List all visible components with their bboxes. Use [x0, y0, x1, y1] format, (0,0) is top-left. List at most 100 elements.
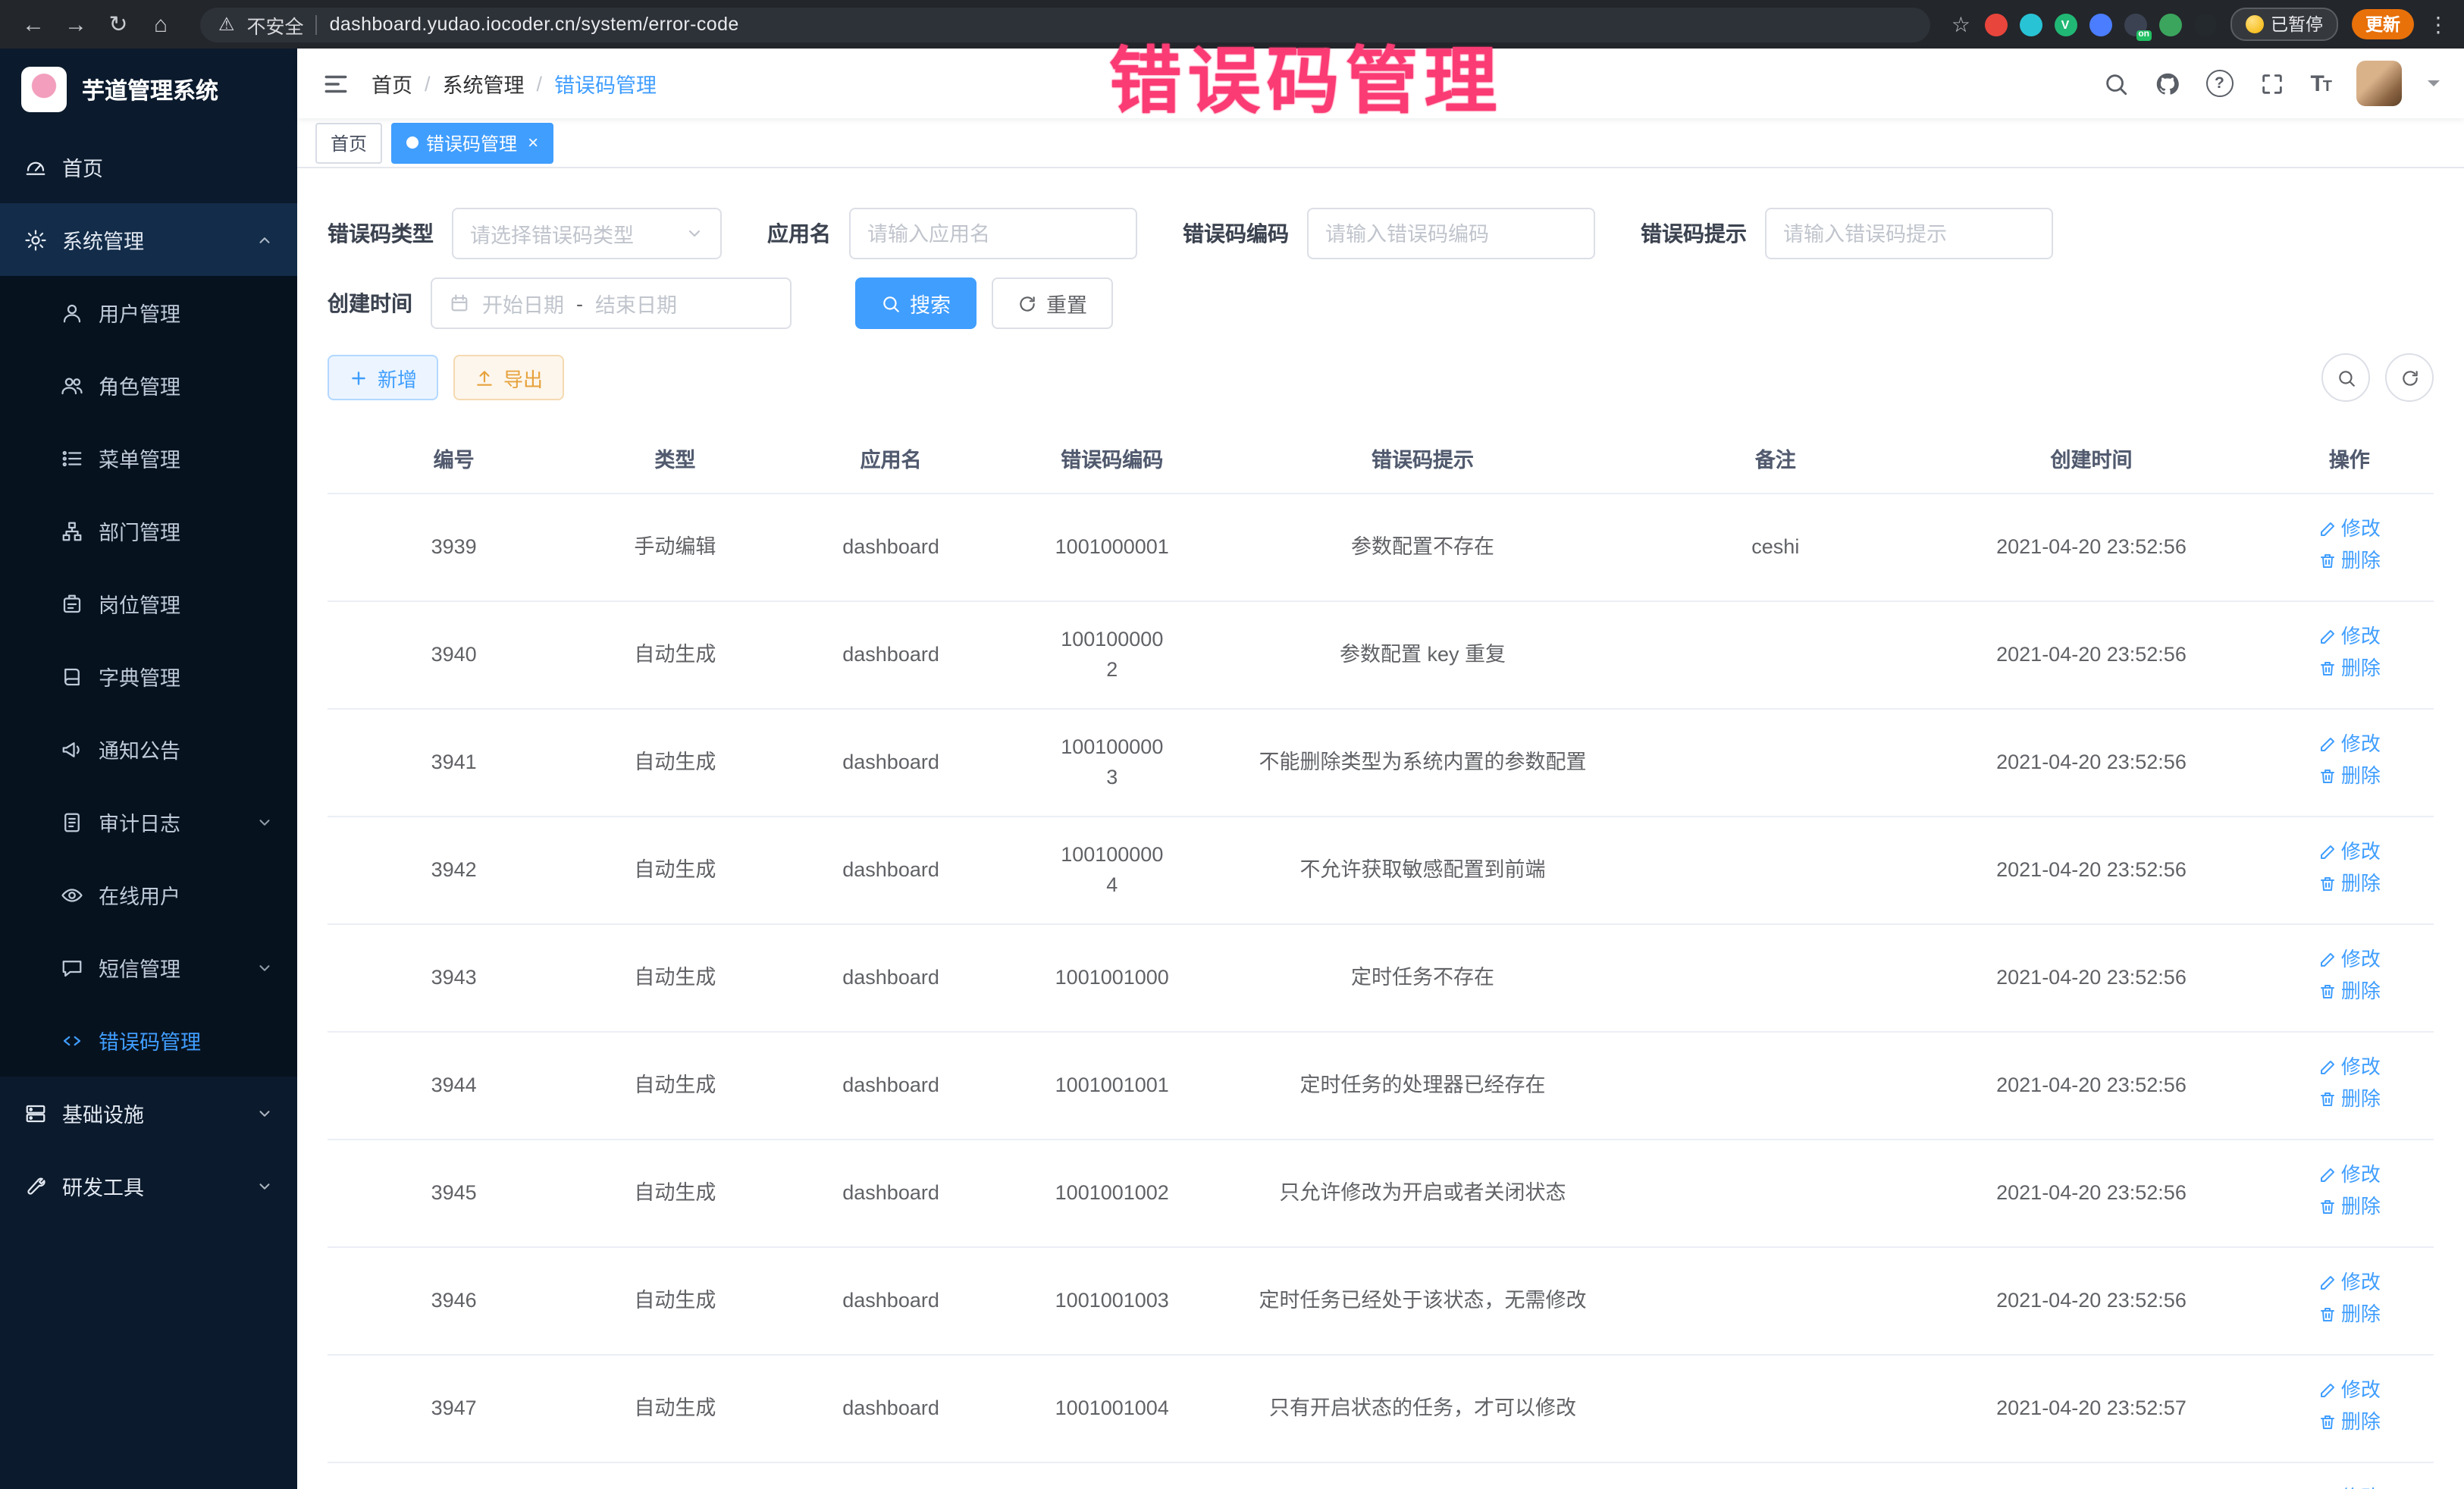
delete-row-button[interactable]: 删除	[2318, 547, 2381, 576]
cell-type: 自动生成	[580, 1462, 770, 1489]
cell-hint: 参数配置不存在	[1212, 494, 1634, 601]
add-button[interactable]: 新增	[328, 355, 438, 400]
delete-row-button[interactable]: 删除	[2318, 763, 2381, 792]
cell-id: 3944	[328, 1032, 580, 1139]
table-row: 3943自动生成dashboard1001001000定时任务不存在2021-0…	[328, 924, 2434, 1032]
export-button[interactable]: 导出	[453, 355, 564, 400]
home-icon[interactable]: ⌂	[143, 11, 179, 37]
sidebar-item-dict[interactable]: 字典管理	[0, 640, 297, 713]
cell-hint: 只有开启状态的任务，才可以修改	[1212, 1355, 1634, 1462]
show-search-button[interactable]	[2321, 353, 2370, 402]
create-time-range-picker[interactable]: 开始日期 - 结束日期	[431, 277, 792, 329]
back-icon[interactable]: ←	[15, 11, 52, 37]
fullscreen-icon[interactable]	[2259, 71, 2284, 96]
extension-green-icon[interactable]	[2158, 13, 2181, 36]
avatar-caret-icon[interactable]	[2428, 80, 2440, 92]
app-name-input[interactable]	[849, 208, 1137, 259]
log-icon	[61, 810, 83, 833]
error-type-select[interactable]: 请选择错误码类型	[452, 208, 722, 259]
refresh-table-button[interactable]	[2385, 353, 2434, 402]
sidebar-item-system[interactable]: 系统管理	[0, 203, 297, 276]
edit-row-button[interactable]: 修改	[2318, 623, 2381, 652]
sidebar-item-post[interactable]: 岗位管理	[0, 567, 297, 640]
edit-row-button[interactable]: 修改	[2318, 1054, 2381, 1083]
paused-badge[interactable]: 已暂停	[2230, 8, 2338, 41]
github-icon[interactable]	[2154, 71, 2180, 96]
sidebar-item-dev-tools[interactable]: 研发工具	[0, 1149, 297, 1222]
extension-teal-icon[interactable]	[2019, 13, 2042, 36]
font-size-icon[interactable]: TT	[2310, 71, 2331, 96]
error-hint-input[interactable]	[1765, 208, 2053, 259]
extension-red-icon[interactable]	[1984, 13, 2007, 36]
tab-home[interactable]: 首页	[315, 122, 382, 163]
octotree-icon[interactable]	[2193, 13, 2216, 36]
breadcrumb-home[interactable]: 首页	[371, 68, 412, 99]
sidebar-item-role[interactable]: 角色管理	[0, 349, 297, 422]
gauge-icon	[24, 155, 47, 178]
forward-icon[interactable]: →	[58, 11, 94, 37]
reload-icon[interactable]: ↻	[100, 11, 136, 38]
edit-row-button[interactable]: 修改	[2318, 516, 2381, 544]
column-header-id: 编号	[328, 423, 580, 494]
edit-row-button[interactable]: 修改	[2318, 731, 2381, 760]
sidebar-item-label: 角色管理	[99, 370, 180, 400]
bookmark-star-icon[interactable]: ☆	[1951, 11, 1970, 37]
search-button[interactable]: 搜索	[855, 277, 977, 329]
tree-icon	[61, 519, 83, 542]
proxy-extension-icon[interactable]: on	[2124, 13, 2146, 36]
sidebar-item-home[interactable]: 首页	[0, 130, 297, 203]
breadcrumb-system[interactable]: 系统管理	[443, 68, 525, 99]
navbar-right: ? TT	[2102, 61, 2440, 106]
delete-row-button[interactable]: 删除	[2318, 978, 2381, 1007]
app-logo[interactable]: 芋道管理系统	[0, 49, 297, 130]
url-text[interactable]: dashboard.yudao.iocoder.cn/system/error-…	[330, 14, 739, 35]
sidebar-item-notice[interactable]: 通知公告	[0, 713, 297, 785]
extension-icons: Von	[1984, 13, 2216, 36]
hamburger-icon[interactable]	[321, 69, 350, 98]
screen: ← → ↻ ⌂ ⚠ 不安全 dashboard.yudao.iocoder.cn…	[0, 0, 2464, 1489]
tab-error-code[interactable]: 错误码管理×	[391, 122, 553, 163]
error-type-label: 错误码类型	[328, 218, 434, 249]
delete-row-button[interactable]: 删除	[2318, 1086, 2381, 1114]
error-code-input[interactable]	[1307, 208, 1595, 259]
edit-row-button[interactable]: 修改	[2318, 1161, 2381, 1190]
reset-button[interactable]: 重置	[992, 277, 1113, 329]
column-header-remark: 备注	[1633, 423, 1917, 494]
delete-row-button[interactable]: 删除	[2318, 1301, 2381, 1330]
address-bar[interactable]: ⚠ 不安全 dashboard.yudao.iocoder.cn/system/…	[200, 7, 1930, 42]
edit-row-button[interactable]: 修改	[2318, 839, 2381, 867]
kebab-menu-icon[interactable]: ⋮	[2428, 11, 2449, 37]
sidebar-item-dept[interactable]: 部门管理	[0, 494, 297, 567]
edit-row-button[interactable]: 修改	[2318, 1484, 2381, 1489]
code-icon	[61, 1029, 83, 1052]
edit-row-button[interactable]: 修改	[2318, 1377, 2381, 1406]
cell-id: 3947	[328, 1355, 580, 1462]
sidebar-item-sms[interactable]: 短信管理	[0, 931, 297, 1004]
update-button[interactable]: 更新	[2352, 9, 2414, 39]
extension-blue-icon[interactable]	[2089, 13, 2111, 36]
sidebar-item-online-user[interactable]: 在线用户	[0, 858, 297, 931]
sidebar-item-menu[interactable]: 菜单管理	[0, 422, 297, 494]
sidebar-item-infra[interactable]: 基础设施	[0, 1077, 297, 1149]
cell-remark	[1633, 924, 1917, 1032]
cell-actions: 修改删除	[2265, 709, 2434, 817]
search-icon[interactable]	[2102, 71, 2128, 96]
sidebar-item-audit-log[interactable]: 审计日志	[0, 785, 297, 858]
sidebar-item-error-code[interactable]: 错误码管理	[0, 1004, 297, 1077]
close-tab-icon[interactable]: ×	[528, 133, 538, 152]
edit-row-button[interactable]: 修改	[2318, 946, 2381, 975]
delete-row-button[interactable]: 删除	[2318, 655, 2381, 684]
cell-time: 2021-04-20 23:52:57	[1917, 1462, 2265, 1489]
help-icon[interactable]: ?	[2205, 70, 2233, 97]
table-toolbar: 新增 导出	[328, 353, 2434, 402]
delete-row-button[interactable]: 删除	[2318, 1193, 2381, 1222]
delete-row-button[interactable]: 删除	[2318, 870, 2381, 899]
delete-icon	[2318, 1198, 2337, 1216]
breadcrumb: 首页 / 系统管理 / 错误码管理	[371, 68, 657, 99]
vue-devtools-icon[interactable]: V	[2054, 13, 2077, 36]
sidebar-item-user[interactable]: 用户管理	[0, 276, 297, 349]
edit-row-button[interactable]: 修改	[2318, 1269, 2381, 1298]
sidebar-item-label: 研发工具	[62, 1171, 144, 1201]
user-avatar[interactable]	[2356, 61, 2402, 106]
delete-row-button[interactable]: 删除	[2318, 1408, 2381, 1437]
